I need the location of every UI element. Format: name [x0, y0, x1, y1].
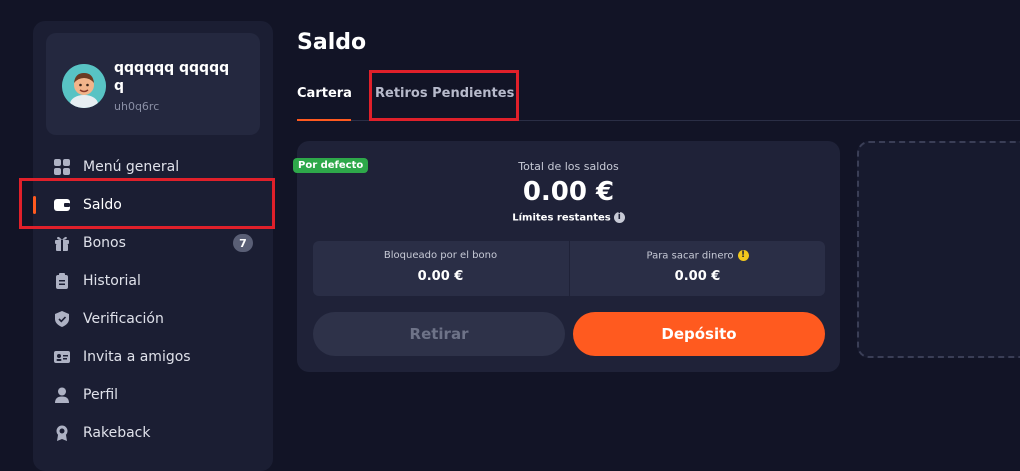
blocked-bonus-column: Bloqueado por el bono 0.00 €: [313, 241, 568, 296]
shield-icon: [53, 310, 71, 328]
person-icon: [53, 386, 71, 404]
bonus-count-badge: 7: [233, 234, 253, 252]
total-balance-amount: 0.00 €: [522, 177, 615, 207]
sidebar-item-historial[interactable]: Historial: [33, 262, 273, 300]
medal-icon: [53, 424, 71, 442]
sidebar-menu: Menú general Saldo Bonos 7 Historial Ver…: [33, 148, 273, 452]
page-title: Saldo: [297, 30, 367, 55]
balance-breakdown: Bloqueado por el bono 0.00 € Para sacar …: [313, 241, 825, 296]
sidebar-item-label: Historial: [83, 273, 141, 289]
sidebar-item-label: Saldo: [83, 197, 122, 213]
sidebar: qqqqqq qqqqqq uh0q6rc Menú general Saldo…: [33, 21, 273, 471]
withdrawable-column: Para sacar dinero! 0.00 €: [569, 241, 825, 296]
withdrawable-label: Para sacar dinero: [646, 250, 734, 262]
sidebar-item-bonos[interactable]: Bonos 7: [33, 224, 273, 262]
warning-icon[interactable]: !: [737, 250, 749, 261]
balance-card: Por defecto Total de los saldos 0.00 € L…: [293, 141, 840, 372]
withdrawable-label-row: Para sacar dinero!: [570, 250, 825, 262]
limits-label: Límites restantes: [512, 212, 611, 224]
withdrawable-value: 0.00 €: [674, 269, 721, 284]
blocked-bonus-value: 0.00 €: [417, 269, 464, 284]
avatar: [62, 64, 106, 108]
blocked-bonus-label: Bloqueado por el bono: [383, 250, 498, 261]
tab-cartera[interactable]: Cartera: [297, 84, 352, 121]
deposit-button[interactable]: Depósito: [573, 312, 825, 356]
limits-row[interactable]: Límites restantes i: [297, 212, 840, 224]
add-wallet-placeholder[interactable]: [857, 141, 1020, 358]
sidebar-item-rakeback[interactable]: Rakeback: [33, 414, 273, 452]
sidebar-item-label: Bonos: [83, 235, 126, 251]
sidebar-item-label: Invita a amigos: [83, 349, 191, 365]
user-id: uh0q6rc: [114, 100, 160, 113]
profile-card[interactable]: qqqqqq qqqqqq uh0q6rc: [46, 33, 260, 135]
sidebar-item-menu-general[interactable]: Menú general: [33, 148, 273, 186]
gift-icon: [53, 234, 71, 252]
withdraw-button[interactable]: Retirar: [313, 312, 565, 356]
sidebar-item-label: Perfil: [83, 387, 119, 403]
total-balance-label: Total de los saldos: [518, 160, 619, 173]
clipboard-icon: [53, 272, 71, 290]
sidebar-item-verificacion[interactable]: Verificación: [33, 300, 273, 338]
sidebar-item-label: Rakeback: [83, 425, 151, 441]
grid-icon: [53, 158, 71, 176]
info-icon[interactable]: i: [613, 212, 625, 223]
sidebar-item-invita-amigos[interactable]: Invita a amigos: [33, 338, 273, 376]
id-card-icon: [53, 348, 71, 366]
tab-bar: Cartera Retiros Pendientes: [297, 84, 1020, 121]
sidebar-item-saldo[interactable]: Saldo: [33, 186, 273, 224]
sidebar-item-perfil[interactable]: Perfil: [33, 376, 273, 414]
tab-retiros-pendientes[interactable]: Retiros Pendientes: [375, 84, 525, 120]
sidebar-item-label: Verificación: [83, 311, 164, 327]
username: qqqqqq qqqqqq: [114, 60, 230, 94]
sidebar-item-label: Menú general: [83, 159, 180, 175]
wallet-icon: [53, 196, 71, 214]
